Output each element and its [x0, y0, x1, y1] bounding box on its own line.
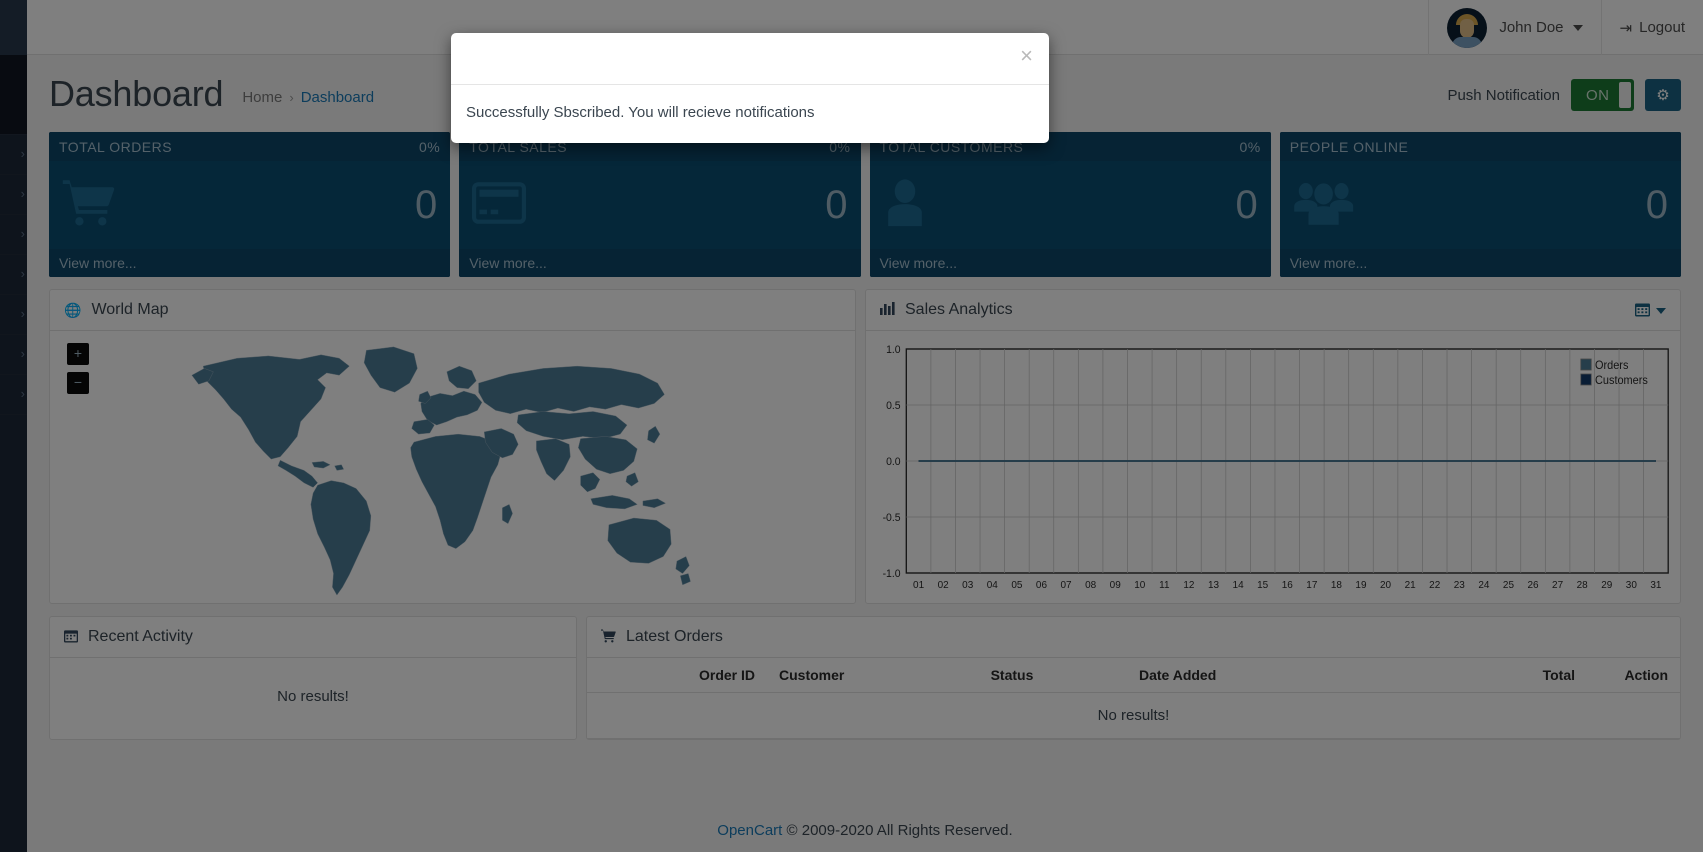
modal-message: Successfully Sbscribed. You will recieve… [466, 104, 815, 121]
notification-modal: × Successfully Sbscribed. You will recie… [451, 33, 1049, 143]
modal-body: Successfully Sbscribed. You will recieve… [451, 85, 1049, 143]
modal-header: × [451, 33, 1049, 85]
close-icon[interactable]: × [1020, 45, 1033, 67]
